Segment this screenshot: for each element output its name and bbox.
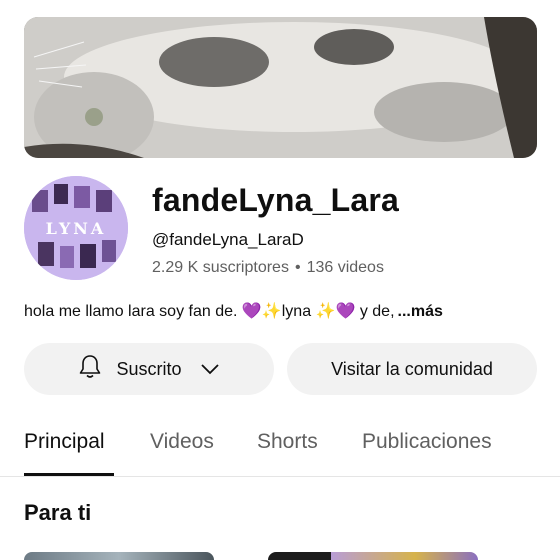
cat-banner-image <box>24 17 537 158</box>
tab-videos[interactable]: Videos <box>150 430 214 454</box>
subscriber-count: 2.29 K suscriptores <box>152 259 289 276</box>
stats-separator: • <box>294 259 301 276</box>
bell-icon <box>78 354 102 385</box>
video-count: 136 videos <box>306 259 384 276</box>
tab-publicaciones[interactable]: Publicaciones <box>362 430 492 454</box>
description-text: hola me llamo lara soy fan de. 💜✨lyna ✨💜… <box>24 303 395 320</box>
chevron-down-icon <box>200 359 220 380</box>
channel-banner <box>24 17 537 158</box>
channel-handle: @fandeLyna_LaraD <box>152 230 304 249</box>
video-thumbnail[interactable] <box>268 552 478 560</box>
active-tab-indicator <box>24 473 114 476</box>
channel-stats: 2.29 K suscriptores • 136 videos <box>152 259 384 277</box>
tab-principal[interactable]: Principal <box>24 430 105 454</box>
visit-community-button[interactable]: Visitar la comunidad <box>287 343 537 395</box>
channel-description[interactable]: hola me llamo lara soy fan de. 💜✨lyna ✨💜… <box>24 301 443 321</box>
avatar-image: LYNA <box>24 176 128 280</box>
video-thumbnail[interactable] <box>24 552 214 560</box>
channel-name: fandeLyna_Lara <box>152 182 400 218</box>
avatar[interactable]: LYNA <box>24 176 128 280</box>
subscribed-label: Suscrito <box>116 358 182 379</box>
avatar-logo-text: LYNA <box>46 219 107 238</box>
channel-tabs: Principal Videos Shorts Publicaciones <box>0 420 560 477</box>
tab-shorts[interactable]: Shorts <box>257 430 318 454</box>
more-link[interactable]: ...más <box>398 303 443 320</box>
subscribed-button[interactable]: Suscrito <box>24 343 274 395</box>
section-title: Para ti <box>24 500 92 525</box>
visit-community-label: Visitar la comunidad <box>331 358 493 379</box>
